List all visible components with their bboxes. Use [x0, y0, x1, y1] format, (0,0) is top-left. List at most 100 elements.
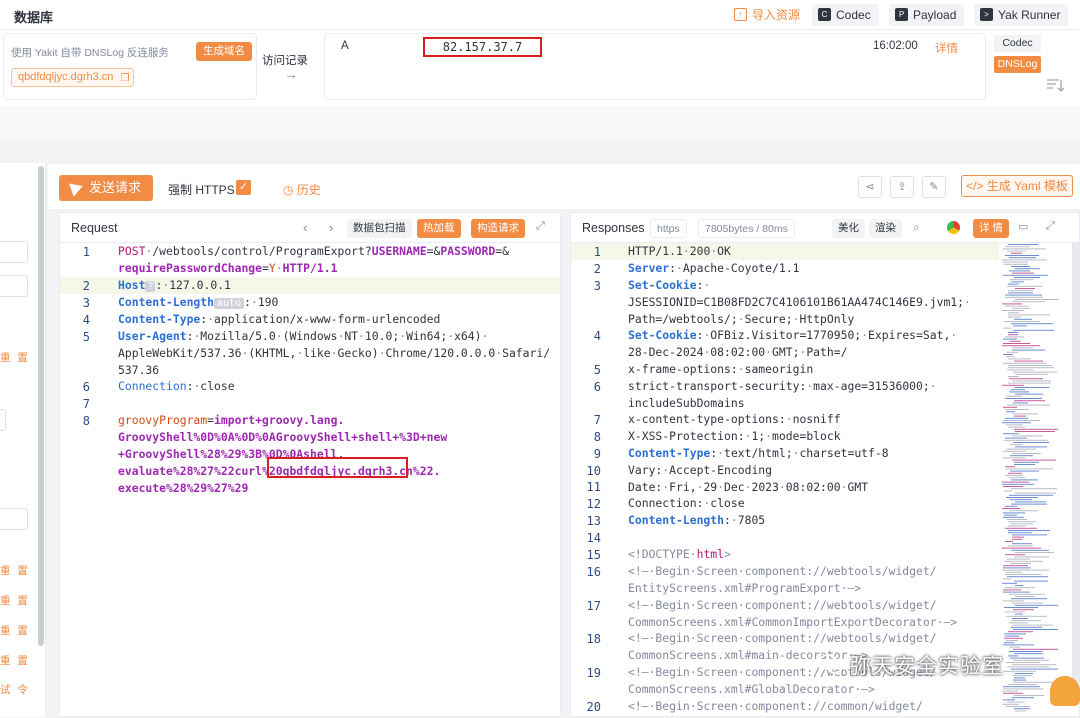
- comment-icon[interactable]: ▭: [1018, 220, 1028, 233]
- minimap-line: [1003, 274, 1048, 276]
- sidebar-input[interactable]: [0, 409, 6, 431]
- hot-reload-button[interactable]: 热加载: [417, 219, 461, 238]
- beautify-button[interactable]: 美化: [832, 219, 865, 238]
- minimap-line: [1005, 398, 1042, 399]
- code-minimap[interactable]: [1000, 242, 1060, 717]
- sidebar-reset-button[interactable]: 重 置: [0, 350, 30, 365]
- minimap-line: [1008, 684, 1037, 685]
- line-number: 13: [586, 514, 601, 528]
- chrome-icon[interactable]: [947, 221, 960, 234]
- response-scrollbar[interactable]: [1072, 242, 1080, 682]
- minimap-line: [1015, 387, 1049, 388]
- expand-icon[interactable]: ⤢: [536, 220, 545, 233]
- minimap-line: [1014, 677, 1025, 679]
- minimap-line: [1010, 470, 1039, 472]
- sidebar-input[interactable]: [0, 275, 28, 297]
- minimap-line: [1003, 248, 1046, 250]
- minimap-line: [1013, 329, 1054, 331]
- minimap-line: [1015, 604, 1058, 606]
- sidebar-scrollbar[interactable]: [38, 166, 44, 646]
- minimap-line: [1013, 681, 1053, 683]
- sidebar-reset-button[interactable]: 重 置: [0, 593, 30, 608]
- request-editor[interactable]: 1 2 3 4 5 6 7 8 POST·/webtools/control/P…: [60, 243, 560, 718]
- share-icon[interactable]: ⋖: [858, 176, 882, 198]
- record-detail-link[interactable]: 详情: [935, 40, 958, 56]
- yak-runner-button[interactable]: > Yak Runner: [974, 4, 1069, 26]
- code-line: Connection:·close: [628, 496, 745, 510]
- minimap-line: [1009, 646, 1020, 648]
- dnslog-domain-box: 使用 Yakit 自带 DNSLog 反连服务 生成域名 qbdfdqljyc.…: [3, 33, 257, 100]
- minimap-line: [1011, 626, 1042, 628]
- minimap-line: [1002, 310, 1024, 311]
- generate-domain-button[interactable]: 生成域名: [196, 42, 252, 61]
- import-resource-button[interactable]: ↑ 导入资源: [728, 4, 808, 26]
- tab-codec[interactable]: Codec: [994, 35, 1041, 52]
- sidebar-reset-button[interactable]: 重 置: [0, 563, 30, 578]
- payload-button[interactable]: P Payload: [889, 4, 965, 26]
- line-number: 5: [593, 363, 601, 377]
- force-https-checkbox[interactable]: ✓: [236, 180, 251, 195]
- minimap-line: [1005, 574, 1041, 575]
- tab-dnslog[interactable]: DNSLog: [994, 56, 1041, 73]
- generate-yaml-button[interactable]: </> 生成 Yaml 模板: [961, 175, 1073, 197]
- minimap-line: [1002, 582, 1017, 584]
- sidebar-reset-button[interactable]: 重 置: [0, 623, 30, 638]
- codec-icon: C: [818, 8, 831, 21]
- line-number: 1: [82, 245, 90, 259]
- code-line: Set-Cookie:·OFBiz.Visitor=1770950;·Expir…: [628, 328, 958, 342]
- sidebar-input[interactable]: [0, 241, 28, 263]
- payload-label: Payload: [913, 8, 957, 22]
- minimap-line: [1010, 279, 1034, 281]
- pane-divider[interactable]: [562, 212, 569, 717]
- chevron-right-icon[interactable]: ›: [329, 220, 333, 235]
- sidebar-reset-button[interactable]: 重 置: [0, 653, 30, 668]
- code-line: JSESSIONID=C1B08FD2C7C4106101B61AA474C14…: [628, 295, 971, 309]
- export-icon[interactable]: ⇪: [890, 176, 914, 198]
- minimap-line: [1015, 596, 1035, 597]
- send-request-button[interactable]: 发送请求: [59, 175, 153, 201]
- minimap-line: [1003, 686, 1040, 688]
- chevron-left-icon[interactable]: ‹: [303, 220, 307, 235]
- minimap-line: [1009, 593, 1045, 595]
- line-number: 7: [82, 397, 90, 411]
- code-line: POST·/webtools/control/ProgramExport?USE…: [118, 244, 509, 258]
- sort-icon[interactable]: [1046, 78, 1064, 92]
- minimap-line: [1002, 422, 1031, 424]
- minimap-line: [1007, 519, 1027, 520]
- minimap-line: [1010, 444, 1023, 446]
- minimap-line: [1009, 378, 1043, 380]
- copy-icon[interactable]: ❐: [120, 70, 129, 87]
- minimap-line: [1003, 692, 1023, 694]
- size-time-badge: 7805bytes / 80ms: [698, 219, 795, 238]
- code-line: X-XSS-Protection:·1;·mode=block: [628, 429, 841, 443]
- line-number: 10: [586, 464, 601, 478]
- code-line: User-Agent:·Mozilla/5.0·(Windows·NT·10.0…: [118, 329, 489, 343]
- construct-request-button[interactable]: 构造请求: [471, 219, 525, 238]
- minimap-line: [1006, 706, 1030, 707]
- codec-button[interactable]: C Codec: [812, 4, 879, 26]
- packet-scan-button[interactable]: 数据包扫描: [347, 219, 412, 238]
- minimap-line: [1003, 406, 1017, 408]
- minimap-line: [1014, 653, 1043, 655]
- minimap-line: [1004, 607, 1038, 608]
- render-button[interactable]: 渲染: [869, 219, 902, 238]
- history-button[interactable]: ◷ 历史: [283, 181, 321, 198]
- minimap-line: [1003, 591, 1030, 593]
- response-detail-button[interactable]: 详 情: [973, 219, 1009, 238]
- search-icon[interactable]: ⌕: [913, 220, 920, 235]
- sidebar-input[interactable]: [0, 508, 28, 530]
- code-line: Content-Length auto:·190: [118, 295, 279, 309]
- line-number: 9: [593, 447, 601, 461]
- domain-chip[interactable]: qbdfdqljyc.dgrh3.cn ❐: [11, 68, 135, 87]
- minimap-line: [1014, 277, 1040, 278]
- code-line: includeSubDomains: [628, 396, 745, 410]
- expand-icon[interactable]: ⤢: [1046, 220, 1055, 233]
- minimap-line: [1003, 670, 1036, 672]
- dns-records-list: A 82.157.37.7 16:02:00 详情: [324, 33, 986, 100]
- code-icon: </>: [966, 179, 987, 193]
- sidebar-test-button[interactable]: 试 令: [0, 682, 30, 697]
- minimap-line: [1011, 523, 1033, 525]
- line-number: 1: [593, 245, 601, 259]
- edit-icon[interactable]: ✎: [922, 176, 946, 198]
- minimap-line: [1012, 543, 1032, 545]
